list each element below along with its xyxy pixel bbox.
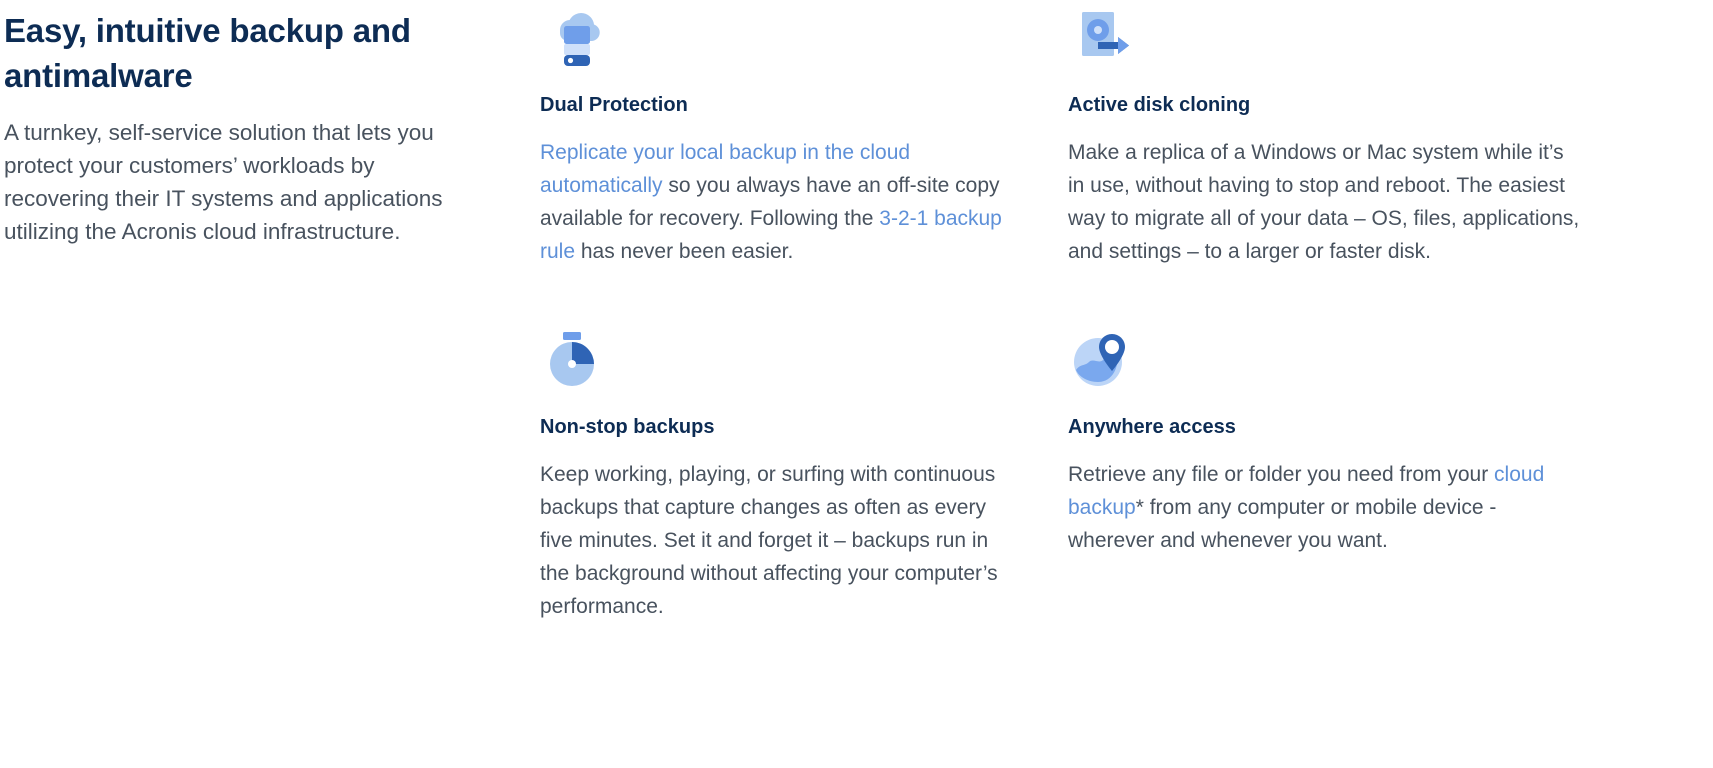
feature-card-anywhere-access: Anywhere access Retrieve any file or fol… (1064, 268, 1604, 623)
disk-clone-arrow-icon (1068, 4, 1132, 68)
page-title: Easy, intuitive backup and antimalware (4, 12, 411, 94)
feature-title: Non-stop backups (540, 416, 715, 438)
feature-card-active-disk-cloning: Active disk cloning Make a replica of a … (1064, 0, 1604, 268)
feature-card-non-stop-backups: Non-stop backups Keep working, playing, … (536, 268, 1064, 623)
intro-description: A turnkey, self-service solution that le… (4, 120, 443, 244)
feature-title: Dual Protection (540, 94, 688, 116)
feature-card-dual-protection: Dual Protection Replicate your local bac… (536, 0, 1064, 268)
feature-title: Anywhere access (1068, 416, 1236, 438)
stopwatch-icon (540, 326, 604, 390)
globe-pin-icon (1068, 326, 1132, 390)
feature-title: Active disk cloning (1068, 94, 1251, 116)
inline-text: has never been easier. (575, 240, 794, 263)
cloud-server-icon (540, 4, 604, 68)
feature-description: Replicate your local backup in the cloud… (540, 136, 1006, 268)
feature-description: Make a replica of a Windows or Mac syste… (1068, 136, 1584, 268)
inline-text: Retrieve any file or folder you need fro… (1068, 463, 1495, 486)
intro-block: Easy, intuitive backup and antimalware A… (0, 0, 536, 268)
inline-text: Keep working, playing, or surfing with c… (540, 463, 998, 618)
feature-description: Keep working, playing, or surfing with c… (540, 458, 1006, 623)
feature-description: Retrieve any file or folder you need fro… (1068, 458, 1584, 557)
feature-section: Easy, intuitive backup and antimalware A… (0, 0, 1713, 768)
inline-text: Make a replica of a Windows or Mac syste… (1068, 141, 1580, 263)
feature-grid: Easy, intuitive backup and antimalware A… (0, 0, 1713, 623)
